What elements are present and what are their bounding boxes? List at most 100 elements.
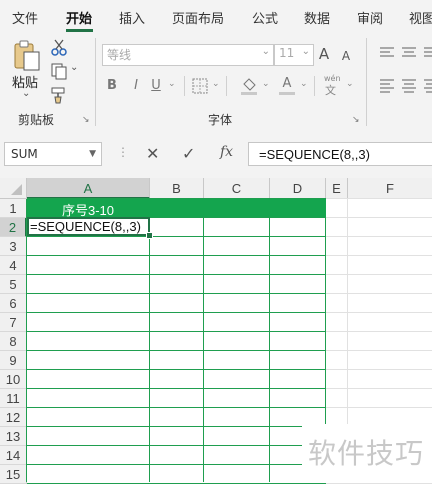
cell-a2-text: =SEQUENCE(8,,3) (30, 219, 141, 234)
underline-button[interactable]: U (148, 76, 164, 96)
gridline (149, 199, 150, 482)
format-painter-button[interactable] (50, 86, 68, 104)
row-header-6[interactable]: 6 (0, 294, 27, 313)
fill-handle[interactable] (146, 232, 153, 239)
shrink-font-button[interactable]: A (338, 46, 354, 66)
fill-color-button[interactable] (240, 76, 258, 96)
font-size-value: 11 (279, 46, 295, 60)
row-header-7[interactable]: 7 (0, 313, 27, 332)
column-header-f[interactable]: F (348, 178, 432, 199)
alignment-group (378, 46, 432, 102)
borders-icon (192, 78, 208, 94)
column-header-e[interactable]: E (326, 178, 348, 199)
font-color-swatch (279, 92, 295, 95)
format-painter-icon (51, 87, 65, 104)
row-header-14[interactable]: 14 (0, 446, 27, 465)
cancel-button[interactable]: ✕ (146, 144, 159, 163)
clipboard-launcher-icon[interactable]: ↘ (82, 115, 90, 125)
column-header-c[interactable]: C (204, 178, 270, 199)
row-header-4[interactable]: 4 (0, 256, 27, 275)
fill-color-dropdown-icon[interactable]: ⌄ (262, 79, 270, 89)
separator (226, 76, 227, 96)
column-header-b[interactable]: B (150, 178, 204, 199)
gridline (27, 255, 326, 256)
paint-bucket-icon (241, 78, 257, 95)
font-name-box[interactable]: 等线 ⌄ (102, 44, 274, 66)
row-header-3[interactable]: 3 (0, 237, 27, 256)
gridline (27, 293, 326, 294)
paste-dropdown-icon[interactable]: ⌄ (22, 88, 30, 99)
copy-icon (51, 63, 67, 80)
phonetic-button[interactable]: wén 文 (322, 72, 342, 97)
row-header-11[interactable]: 11 (0, 389, 27, 408)
paste-button[interactable] (12, 40, 42, 72)
active-cell-a2[interactable]: =SEQUENCE(8,,3) (27, 217, 150, 236)
copy-button[interactable]: ⌄ (50, 62, 80, 80)
enter-button[interactable]: ✓ (182, 144, 195, 163)
gridline (326, 407, 432, 408)
chevron-down-icon[interactable]: ⌄ (262, 46, 270, 57)
scissors-icon (51, 39, 67, 56)
font-group-label: 字体 (208, 113, 233, 127)
gridline (27, 369, 326, 370)
row-header-2[interactable]: 2 (0, 218, 27, 237)
row-header-12[interactable]: 12 (0, 408, 27, 427)
insert-function-button[interactable]: fx (220, 144, 233, 160)
tab-review[interactable]: 审阅 (357, 8, 383, 27)
gridline (326, 331, 432, 332)
font-color-dropdown-icon[interactable]: ⌄ (300, 79, 308, 89)
italic-button[interactable]: I (128, 76, 144, 96)
row-header-1[interactable]: 1 (0, 199, 27, 218)
copy-dropdown-icon[interactable]: ⌄ (70, 62, 78, 73)
separator (314, 76, 315, 96)
tab-home[interactable]: 开始 (66, 8, 92, 27)
paste-icon (14, 40, 40, 71)
formula-input[interactable]: =SEQUENCE(8,,3) (248, 142, 432, 166)
tab-page-layout[interactable]: 页面布局 (172, 8, 224, 27)
phonetic-dropdown-icon[interactable]: ⌄ (346, 79, 354, 89)
select-all-corner[interactable] (0, 178, 27, 199)
tab-view[interactable]: 视图 (409, 8, 432, 27)
row-header-8[interactable]: 8 (0, 332, 27, 351)
cut-button[interactable] (50, 38, 68, 56)
borders-dropdown-icon[interactable]: ⌄ (212, 79, 220, 89)
row-header-9[interactable]: 9 (0, 351, 27, 370)
tab-data[interactable]: 数据 (304, 8, 330, 27)
watermark: 软件技巧 (302, 424, 432, 482)
cell-a1-merged-header[interactable]: 序号3-10 (27, 199, 326, 218)
separator (184, 76, 185, 96)
grow-font-button[interactable]: A (316, 44, 332, 64)
tab-file[interactable]: 文件 (12, 8, 38, 27)
font-color-button[interactable]: A (278, 74, 296, 96)
group-separator (95, 38, 96, 126)
row-header-13[interactable]: 13 (0, 427, 27, 446)
gridline (203, 199, 204, 482)
ribbon: 粘贴 ⌄ ⌄ 剪贴板 ↘ 等线 ⌄ 11 ⌄ A A B I U ⌄ ⌄ ⌄ A… (0, 32, 432, 133)
clipboard-group-label: 剪贴板 (18, 113, 55, 127)
tab-insert[interactable]: 插入 (119, 8, 145, 27)
bold-button[interactable]: B (104, 76, 120, 96)
tab-formulas[interactable]: 公式 (252, 8, 278, 27)
font-launcher-icon[interactable]: ↘ (352, 115, 360, 125)
gridline (27, 331, 326, 332)
gridline (326, 198, 432, 199)
gridline (326, 312, 432, 313)
row-header-10[interactable]: 10 (0, 370, 27, 389)
font-size-box[interactable]: 11 ⌄ (274, 44, 314, 66)
gridline (27, 350, 326, 351)
name-box[interactable]: SUM ▼ (4, 142, 102, 166)
borders-button[interactable] (192, 78, 208, 94)
gridline (26, 199, 27, 482)
underline-dropdown-icon[interactable]: ⌄ (168, 79, 176, 89)
watermark-text: 软件技巧 (308, 437, 425, 470)
row-header-15[interactable]: 15 (0, 465, 27, 484)
gridline (326, 274, 432, 275)
gridline (27, 445, 326, 446)
column-header-d[interactable]: D (270, 178, 326, 199)
row-header-5[interactable]: 5 (0, 275, 27, 294)
name-box-value: SUM (11, 147, 38, 161)
chevron-down-icon[interactable]: ▼ (89, 149, 96, 159)
phonetic-glyph: 文 (325, 84, 336, 97)
chevron-down-icon[interactable]: ⌄ (302, 46, 310, 57)
column-header-a[interactable]: A (27, 178, 150, 199)
